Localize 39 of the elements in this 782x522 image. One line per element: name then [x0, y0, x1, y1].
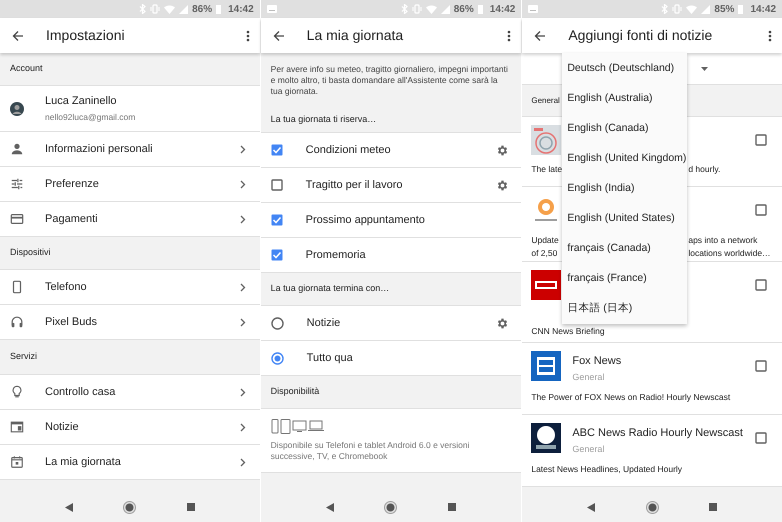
- source-description: The late: [531, 163, 562, 176]
- source-category: General: [572, 442, 606, 456]
- option-label: Prossimo appuntamento: [306, 212, 426, 228]
- source-description: CNN News Briefing: [531, 325, 605, 338]
- section-header: Disponibilità: [270, 385, 320, 398]
- source-description: The Power of FOX News on Radio! Hourly Newscast: [531, 391, 730, 404]
- source-name: Fox News: [572, 354, 622, 369]
- section-header: General: [531, 94, 560, 106]
- option-label: Tutto qua: [306, 350, 354, 366]
- clock: 14:42: [750, 2, 776, 16]
- source-description: Latest News Headlines, Updated Hourly: [531, 463, 682, 476]
- source-category: General: [572, 370, 606, 384]
- screen-title: La mia giornata: [306, 26, 404, 45]
- source-description: of 2,50: [531, 247, 558, 260]
- account-name: Luca Zaninello: [45, 94, 118, 109]
- section-header: Servizi: [10, 350, 38, 364]
- availability-text: Disponibile su Telefoni e tablet Android 6.0 e versioni successive, TV, e Chromebook: [270, 440, 470, 462]
- section-header: Dispositivi: [10, 246, 51, 260]
- source-name: ABC News Radio Hourly Newscast: [572, 426, 744, 441]
- intro-text: Per avere info su meteo, tragitto giornaliero, impegni importanti e molto altro, ti basta domandare all'Assistente come sarà la tua giornata.: [270, 64, 509, 97]
- section-header: La tua giornata termina con…: [270, 282, 390, 296]
- option-label: Condizioni meteo: [306, 142, 392, 158]
- source-description: locations worldwide…: [688, 247, 771, 260]
- source-description: Update: [531, 234, 559, 247]
- battery-level: 86%: [454, 2, 474, 16]
- clock: 14:42: [228, 2, 254, 16]
- option-label: Notizie: [306, 316, 342, 331]
- screen-title: Aggiungi fonti di notizie: [568, 26, 714, 45]
- clock: 14:42: [490, 2, 516, 16]
- section-header: Account: [10, 62, 43, 76]
- account-email: nello92luca@gmail.com: [45, 111, 136, 124]
- option-label: Promemoria: [306, 248, 367, 263]
- battery-level: 86%: [192, 2, 212, 16]
- section-header: La tua giornata ti riserva…: [270, 113, 376, 126]
- option-label: Tragitto per il lavoro: [306, 178, 404, 193]
- battery-level: 85%: [714, 2, 734, 16]
- screen-title: Impostazioni: [46, 26, 126, 45]
- source-description: aps into a network: [688, 234, 758, 247]
- source-description: d hourly.: [688, 163, 720, 176]
